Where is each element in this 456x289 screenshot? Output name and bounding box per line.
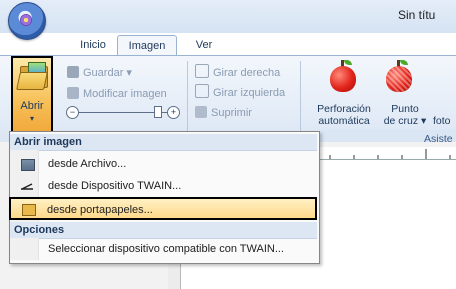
foto-label[interactable]: foto [433,115,451,127]
girar-izquierda-label: Girar izquierda [213,87,286,99]
menu-item-desde-archivo[interactable]: desde Archivo... [10,153,316,175]
twain-scanner-icon [21,183,33,190]
zoom-in-icon[interactable]: + [167,106,180,119]
menu-item-label: desde portapapeles... [47,204,153,216]
punto-de-cruz-button[interactable]: Punto de cruz ▾ [377,103,433,127]
window-title: Sin títu [398,8,436,22]
punto-label-1: Punto [391,103,419,115]
edit-image-icon [67,87,79,99]
suprimir-button[interactable]: Suprimir [195,105,252,121]
rotate-left-icon [195,84,209,98]
abrir-label: Abrir [20,100,44,112]
modificar-label: Modificar imagen [83,88,167,100]
punto-label-2: de cruz ▾ [383,115,427,127]
perforacion-automatica-button[interactable]: Perforación automática [311,103,377,127]
menu-item-label: desde Dispositivo TWAIN... [48,180,182,192]
guardar-label: Guardar ▾ [83,67,132,79]
suprimir-label: Suprimir [211,107,252,119]
rotate-right-icon [195,64,209,78]
menu-item-label: desde Archivo... [48,158,127,170]
modificar-imagen-button[interactable]: Modificar imagen [67,86,167,102]
guardar-button[interactable]: Guardar ▾ [67,65,132,81]
zoom-slider-thumb[interactable] [154,106,162,118]
menu-header-abrir-imagen: Abrir imagen [10,134,317,151]
folder-icon [21,159,35,171]
clipboard-icon [22,204,36,216]
tab-ver[interactable]: Ver [184,35,224,55]
trash-icon [195,106,207,118]
tab-inicio[interactable]: Inicio [68,35,118,55]
menu-header-opciones: Opciones [10,222,317,239]
perforacion-automatica-icon[interactable] [330,66,356,92]
cross-stitch-pattern [386,66,412,92]
perforacion-label-2: automática [318,115,370,127]
ruler-ticks [329,149,451,159]
menu-item-seleccionar-twain[interactable]: Seleccionar dispositivo compatible con T… [10,238,316,260]
ribbon-separator [187,61,188,133]
folder-front-icon [16,72,48,90]
chevron-down-icon: ▾ [29,114,34,123]
girar-derecha-label: Girar derecha [213,67,281,79]
menu-item-desde-portapapeles[interactable]: desde portapapeles... [9,197,317,220]
zoom-out-icon[interactable]: − [66,106,79,119]
ribbon-separator [300,61,301,133]
menu-item-label: Seleccionar dispositivo compatible con T… [48,243,284,255]
girar-derecha-button[interactable]: Girar derecha [195,64,280,80]
girar-izquierda-button[interactable]: Girar izquierda [195,84,285,100]
menu-item-desde-twain[interactable]: desde Dispositivo TWAIN... [10,175,316,197]
app-logo-icon [20,14,32,26]
perforacion-label-1: Perforación [317,103,371,115]
save-icon [67,66,79,78]
title-bar [0,0,456,33]
tab-imagen[interactable]: Imagen [117,35,177,57]
